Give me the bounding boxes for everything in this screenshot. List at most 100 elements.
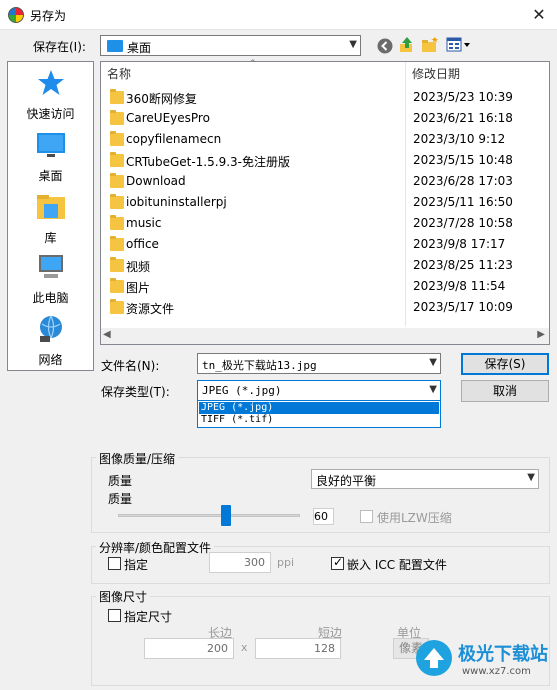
chevron-down-icon: ▼ [349,38,357,50]
filename-input[interactable]: tn_极光下载站13.jpg ▼ [197,353,441,374]
embed-icc-checkbox[interactable] [331,555,344,570]
file-name: Download [126,174,186,188]
folder-icon [110,152,124,167]
nav-network[interactable]: 网络 [8,314,93,368]
long-edge-input[interactable]: 200 [144,638,234,659]
nav-quick-access[interactable]: 快速访问 [8,68,93,122]
file-row[interactable]: 视频 2023/8/25 11:23 [101,255,549,276]
title-bar [0,0,557,30]
folder-icon [110,173,124,188]
horizontal-scrollbar[interactable]: ◀ ▶ [101,328,549,344]
file-row[interactable]: 资源文件 2023/5/17 10:09 [101,297,549,318]
file-row[interactable]: music 2023/7/28 10:58 [101,213,549,234]
column-header-name[interactable]: 名称 [107,62,131,86]
save-in-combo[interactable]: 桌面 ▼ [100,35,361,56]
file-row[interactable]: iobituninstallerpj 2023/5/11 16:50 [101,192,549,213]
file-name: 360断网修复 [126,92,197,106]
file-date: 2023/6/28 17:03 [413,174,513,188]
file-row[interactable]: 360断网修复 2023/5/23 10:39 [101,87,549,108]
specify-size-checkbox[interactable] [108,609,121,622]
file-date: 2023/9/8 17:17 [413,237,506,251]
filename-value: tn_极光下载站13.jpg [202,359,317,372]
watermark-url: www.xz7.com [462,666,531,677]
computer-icon [38,255,63,278]
filetype-option-jpeg[interactable]: JPEG (*.jpg) [199,402,439,414]
close-button[interactable]: ✕ [521,0,557,30]
desktop-icon [36,133,65,157]
new-folder-icon[interactable] [421,36,439,54]
file-date: 2023/7/28 10:58 [413,216,513,230]
embed-icc-label: 嵌入 ICC 配置文件 [347,558,447,572]
file-name: CRTubeGet-1.5.9.3-免注册版 [126,155,290,169]
short-edge-input[interactable]: 128 [255,638,341,659]
file-date: 2023/3/10 9:12 [413,132,506,146]
file-name: 图片 [126,281,151,295]
nav-this-pc[interactable]: 此电脑 [8,252,93,306]
nav-label: 快速访问 [26,107,75,121]
nav-desktop[interactable]: 桌面 [8,130,93,184]
nav-label: 此电脑 [32,291,69,305]
specify-size-label: 指定尺寸 [124,610,173,624]
folder-icon [110,215,124,230]
back-icon[interactable] [376,37,394,55]
file-date: 2023/6/21 16:18 [413,111,513,125]
quality-label: 质量 [108,474,133,488]
chevron-down-icon: ▼ [527,472,535,483]
file-list[interactable]: 名称 ^ 修改日期 360断网修复 2023/5/23 10:39 CareUEye… [100,59,550,345]
quality-group-title: 图像质量/压缩 [96,450,179,467]
file-name: iobituninstallerpj [126,195,227,209]
app-icon [8,7,24,23]
file-row[interactable]: CareUEyesPro 2023/6/21 16:18 [101,108,549,129]
file-date: 2023/5/11 16:50 [413,195,513,209]
lzw-label: 使用LZW压缩 [377,511,452,525]
window-title: 另存为 [30,9,67,23]
resolution-group-title: 分辨率/颜色配置文件 [96,539,215,556]
folder-icon [110,89,124,104]
times-sign: x [241,641,248,654]
filetype-dropdown-list: JPEG (*.jpg) TIFF (*.tif) [197,400,441,428]
lzw-checkbox[interactable] [360,510,373,523]
quality-preset-select[interactable]: 良好的平衡 ▼ [311,469,539,489]
filetype-option-tiff[interactable]: TIFF (*.tif) [199,414,439,426]
save-in-label: 保存在(I): [33,40,86,54]
file-date: 2023/8/25 11:23 [413,258,513,272]
resolution-specify-label: 指定 [124,558,149,572]
scroll-right-icon[interactable]: ▶ [537,329,545,340]
file-row[interactable]: office 2023/9/8 17:17 [101,234,549,255]
file-row[interactable]: 图片 2023/9/8 11:54 [101,276,549,297]
file-row[interactable]: copyfilenamecn 2023/3/10 9:12 [101,129,549,150]
file-row[interactable]: CRTubeGet-1.5.9.3-免注册版 2023/5/15 10:48 [101,150,549,171]
navigation-pane: 快速访问 桌面 库 此电脑 网络 [7,61,94,371]
desktop-folder-icon [107,40,123,52]
folder-icon [110,299,124,314]
resolution-input[interactable]: 300 [209,552,271,573]
file-name: office [126,237,159,251]
file-date: 2023/9/8 11:54 [413,279,506,293]
view-menu-icon[interactable] [446,37,472,53]
scroll-left-icon[interactable]: ◀ [103,329,111,340]
folder-icon [110,110,124,125]
library-icon [36,195,65,219]
quality-slider-track[interactable] [118,514,300,517]
save-in-value: 桌面 [127,41,152,55]
filename-label: 文件名(N): [101,359,160,373]
filetype-value: JPEG (*.jpg) [202,384,282,397]
cancel-button[interactable]: 取消 [461,380,549,402]
filetype-select[interactable]: JPEG (*.jpg) ▼ [197,380,441,401]
nav-label: 库 [44,231,57,245]
folder-icon [110,257,124,272]
save-button[interactable]: 保存(S) [461,353,549,375]
folder-icon [110,194,124,209]
quality-slider-thumb[interactable] [221,505,231,526]
file-name: 视频 [126,260,151,274]
column-header-date[interactable]: 修改日期 [412,62,460,86]
file-row[interactable]: Download 2023/6/28 17:03 [101,171,549,192]
resolution-specify-checkbox[interactable] [108,557,121,570]
nav-library[interactable]: 库 [8,192,93,246]
file-date: 2023/5/23 10:39 [413,90,513,104]
chevron-down-icon[interactable]: ▼ [429,357,437,368]
up-folder-icon[interactable] [398,36,416,54]
file-date: 2023/5/17 10:09 [413,300,513,314]
watermark-text: 极光下载站 [458,644,548,665]
quality-value-input[interactable]: 60 [313,508,334,525]
